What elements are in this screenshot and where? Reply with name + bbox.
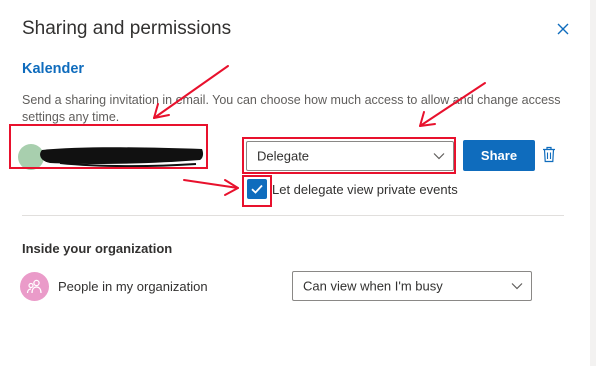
- calendar-name: Kalender: [22, 61, 85, 77]
- private-events-checkbox[interactable]: [247, 179, 267, 199]
- chevron-down-icon: [433, 153, 445, 160]
- org-permission-value: Can view when I'm busy: [303, 278, 443, 294]
- trash-icon: [543, 146, 555, 163]
- org-permission-dropdown[interactable]: Can view when I'm busy: [292, 271, 532, 301]
- checkmark-icon: [251, 184, 263, 194]
- redacted-person-name: [40, 147, 204, 168]
- window-edge: [590, 0, 596, 366]
- permission-dropdown-value: Delegate: [257, 148, 310, 164]
- description-text: Send a sharing invitation in email. You …: [22, 93, 561, 124]
- section-title: Inside your organization: [22, 241, 173, 256]
- people-icon: [26, 279, 42, 294]
- annotation-arrow-checkbox: [183, 179, 239, 196]
- chevron-down-icon: [511, 283, 523, 290]
- divider: [22, 215, 564, 216]
- private-events-label[interactable]: Let delegate view private events: [272, 182, 458, 197]
- share-button[interactable]: Share: [463, 140, 535, 171]
- remove-button[interactable]: [542, 146, 556, 163]
- org-avatar: [20, 272, 49, 301]
- org-people-label: People in my organization: [58, 279, 208, 294]
- permission-dropdown[interactable]: Delegate: [246, 141, 454, 171]
- close-icon: [557, 23, 569, 35]
- dialog-title: Sharing and permissions: [22, 18, 232, 39]
- close-button[interactable]: [555, 21, 571, 37]
